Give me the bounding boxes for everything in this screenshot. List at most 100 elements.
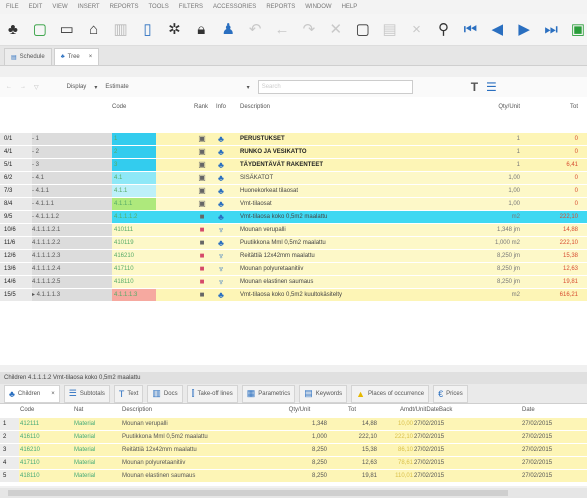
menu-item[interactable]: FILTERS [179,4,203,10]
hierarchy-icon[interactable]: ♣ [4,21,22,39]
columns-icon[interactable]: ☰ [486,80,497,94]
tab-text[interactable]: T Text [113,384,144,403]
forward-icon[interactable]: ↷ [300,21,318,39]
column-header-desc[interactable]: Description [240,101,340,113]
menu-item[interactable]: TOOLS [149,4,169,10]
tab-places-of-occurrence[interactable]: ▲ Places of occurrence [351,384,430,403]
column-header-qty[interactable]: Qty/Unit [272,404,327,416]
table-row[interactable]: 0/1- 1 1 ▣ ♣ PERUSTUKSET 1 0 [0,133,587,146]
tab-subtotals[interactable]: ☰ Subtotals [63,384,110,403]
column-header-tot[interactable]: Tot [327,404,377,416]
chevron-down-icon[interactable]: ▾ [94,84,97,91]
tree-grid: Code Rank Info Description Qty/Unit Tot 0/1- 1… [0,97,587,365]
tab-docs[interactable]: ▥ Docs [147,384,183,403]
home-icon[interactable]: ⌂ [85,21,103,39]
table-row[interactable]: 11/6 4.1.1.1.2.2 410119 ■ ♣ Puutikkona Mml 0,… [0,237,587,250]
first-icon[interactable]: ⏮ [461,21,479,39]
table-row[interactable]: 5 418110 Material Mounan elastinen saumaus 8… [0,470,587,483]
date2-cell: 27/02/2015 [522,421,553,427]
menu-item[interactable]: EDIT [29,4,43,10]
close-icon[interactable]: × [89,54,93,60]
tab-take-off-lines[interactable]: ⫿ Take-off lines [186,384,238,403]
table-row[interactable]: 5/1- 3 3 ▣ ♣ TÄYDENTÄVÄT RAKENTEET 1 6,41 [0,159,587,172]
table-row[interactable]: 6/2- 4.1 4.1 ▣ ♣ SISÄKATOT 1,00 0 [0,172,587,185]
total-cell: 0 [574,136,578,142]
tab-keywords[interactable]: ▤ Keywords [299,384,348,403]
exit-icon[interactable]: ▣ [569,21,587,39]
last-icon[interactable]: ⏭ [542,21,560,39]
tab-label: Take-off lines [197,390,233,397]
tab-tree[interactable]: ♣ Tree × [53,48,100,65]
menu-item[interactable]: FILE [6,4,19,10]
table-row[interactable]: 10/6 4.1.1.1.2.1 410111 ■ ♆ Mounan verupalli 1… [0,224,587,237]
tab-schedule[interactable]: ▤ Schedule [4,48,52,65]
table-row[interactable]: 14/6 4.1.1.1.2.5 418110 ■ ♆ Mounan elastinen … [0,276,587,289]
panel-header: Code Nat Description Qty/Unit Tot Amdt/UnitDa… [0,404,587,417]
menu-item[interactable]: INSERT [78,4,100,10]
next-icon[interactable]: ▶ [515,21,533,39]
copy-icon[interactable]: ▢ [354,21,372,39]
table-row[interactable]: 7/3- 4.1.1 4.1.1 ▣ ♣ Huonekorkeat tilaosat 1,… [0,185,587,198]
column-header-date[interactable]: Amdt/UnitDateBack [400,404,510,416]
table-row[interactable]: 9/5- 4.1.1.1.2 4.1.1.1.2 ■ ♣ Vmt-tilaosa kok… [0,211,587,224]
table-row[interactable]: 12/6 4.1.1.1.2.3 416210 ■ ♆ Reitättiä 12x42mm… [0,250,587,263]
tab-children[interactable]: ♣ Children × [4,384,60,403]
table-row[interactable]: 3 416210 Material Reitättiä 12x42mm maalatt… [0,444,587,457]
chevron-down-icon[interactable]: ▾ [247,84,250,91]
table-row[interactable]: 15/5 ▸ 4.1.1.1.3 4.1.1.1.3 ■ ♣ Vmt-tilaosa ko… [0,289,587,302]
back-icon[interactable]: ← [6,84,12,90]
menu-item[interactable]: VIEW [52,4,67,10]
tab-parametrics[interactable]: ▦ Parametrics [241,384,296,403]
new-document-icon[interactable]: ▢ [31,21,49,39]
close-icon[interactable]: × [408,21,426,39]
scroll-thumb[interactable] [8,490,508,496]
close-icon[interactable]: × [51,391,55,397]
description-cell: Puutikkona Mml 0,5m2 maalattu [240,240,326,246]
table-row[interactable]: 4/1- 2 2 ▣ ♣ RUNKO JA VESIKATTO 1 0 [0,146,587,159]
gear-icon[interactable]: ✲ [165,21,183,39]
qty-cell: 8,250 jm [496,279,520,285]
date1-cell: 27/02/2015 [414,421,445,427]
forward-icon[interactable]: → [20,84,26,90]
table-row[interactable]: 2 416110 Material Puutikkona Mml 0,5m2 maal… [0,431,587,444]
table-row[interactable]: 13/6 4.1.1.1.2.4 417110 ■ ♆ Mounan polyuretaa… [0,263,587,276]
table-row[interactable]: 8/4- 4.1.1.1 4.1.1.1 ▣ ♣ Vmt-tilaosat 1,00 0 [0,198,587,211]
table-row[interactable]: 1 412111 Material Mounan verupalli 1,348 14,8… [0,418,587,431]
column-header-info[interactable]: Info [212,101,230,113]
display-label[interactable]: Display [67,84,87,90]
document-icon[interactable]: ▯ [139,21,157,39]
open-folder-icon[interactable]: ▭ [58,21,76,39]
column-header-code[interactable]: Code [112,101,154,113]
document-icon: ■ [199,212,205,221]
menu-item[interactable]: ACCESSORIES [213,4,256,10]
column-header-tot[interactable]: Tot [528,101,578,113]
menu-item[interactable]: REPORTS [110,4,139,10]
undo-icon[interactable]: ↶ [246,21,264,39]
desc-cell: Mounan elastinen saumaus [122,473,196,479]
search-icon[interactable]: ⚲ [435,21,453,39]
menu-item[interactable]: HELP [342,4,358,10]
horizontal-scrollbar[interactable] [0,488,587,498]
hierarchy-icon: ♣ [218,199,224,209]
previous-icon[interactable]: ◀ [488,21,506,39]
column-header-unit[interactable]: Qty/Unit [420,101,520,113]
estimate-label[interactable]: Estimate [105,84,128,90]
table-row[interactable]: 4 417110 Material Mounan polyuretaanitiiv 8,… [0,457,587,470]
column-header-date2[interactable]: Date [522,404,582,416]
filter-toggle-icon[interactable]: T [471,80,478,94]
cut-icon[interactable]: ✕ [327,21,345,39]
back-icon[interactable]: ← [273,21,291,39]
users-icon[interactable]: ♟ [219,21,237,39]
paste-icon[interactable]: ▤ [381,21,399,39]
column-header-code[interactable]: Code [20,404,70,416]
column-header-nat[interactable]: Nat [74,404,124,416]
tab-prices[interactable]: € Prices [433,384,468,403]
lock-icon[interactable]: 🔒︎ [192,21,210,39]
search-input[interactable]: Search [257,80,413,94]
column-header-desc[interactable]: Description [122,404,272,416]
column-header-rank[interactable]: Rank [192,101,210,113]
chart-icon[interactable]: ▥ [112,21,130,39]
menu-item[interactable]: WINDOW [305,4,331,10]
filter-icon[interactable]: ▽ [34,84,39,91]
menu-item[interactable]: REPORTS [266,4,295,10]
